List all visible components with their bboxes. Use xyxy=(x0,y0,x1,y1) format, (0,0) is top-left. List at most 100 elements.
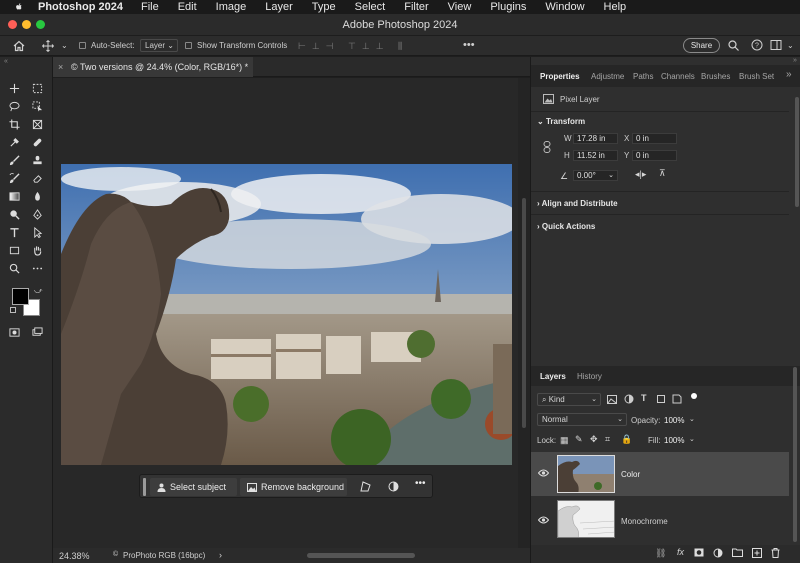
align-section-toggle[interactable]: › Align and Distribute xyxy=(537,199,618,208)
menu-window[interactable]: Window xyxy=(545,1,584,13)
tab-channels[interactable]: Channels xyxy=(661,72,695,81)
foreground-color-swatch[interactable] xyxy=(12,288,29,305)
new-layer-icon[interactable] xyxy=(752,548,762,561)
search-icon[interactable] xyxy=(728,40,739,53)
brush-tool-icon[interactable] xyxy=(7,153,21,167)
tab-paths[interactable]: Paths xyxy=(633,72,653,81)
rectangle-tool-icon[interactable] xyxy=(7,243,21,257)
delete-layer-icon[interactable] xyxy=(771,548,780,561)
eraser-tool-icon[interactable] xyxy=(30,171,44,185)
menu-layer[interactable]: Layer xyxy=(265,1,293,13)
tab-adjustments[interactable]: Adjustme xyxy=(591,72,624,81)
lock-brush-icon[interactable]: ✎ xyxy=(575,434,583,445)
layers-scrollbar[interactable] xyxy=(793,367,797,542)
history-brush-tool-icon[interactable] xyxy=(7,171,21,185)
layer-name[interactable]: Monochrome xyxy=(621,517,668,526)
type-tool-icon[interactable] xyxy=(7,225,21,239)
transform-section-toggle[interactable]: ⌄ Transform xyxy=(537,117,585,126)
collapse-panels-icon[interactable]: » xyxy=(793,57,797,64)
menu-plugins[interactable]: Plugins xyxy=(490,1,526,13)
add-mask-icon[interactable] xyxy=(694,548,704,560)
frame-tool-icon[interactable] xyxy=(30,117,44,131)
y-field[interactable]: 0 in xyxy=(632,150,677,161)
document-image[interactable] xyxy=(61,164,512,465)
move-tool-icon[interactable] xyxy=(7,81,21,95)
remove-background-button[interactable]: Remove background xyxy=(240,478,347,496)
blur-tool-icon[interactable] xyxy=(30,189,44,203)
crop-tool-icon[interactable] xyxy=(7,117,21,131)
new-adjustment-layer-icon[interactable] xyxy=(713,548,723,561)
tab-brush-settings[interactable]: Brush Set xyxy=(739,72,774,81)
filter-smart-object-icon[interactable] xyxy=(672,394,682,407)
transform-icon[interactable] xyxy=(360,481,371,494)
flip-horizontal-icon[interactable]: ◂|▸ xyxy=(635,169,646,180)
link-icon[interactable] xyxy=(543,141,551,156)
drag-handle[interactable] xyxy=(143,478,146,496)
help-icon[interactable]: ? xyxy=(751,39,763,53)
horizontal-scrollbar[interactable] xyxy=(307,553,415,558)
properties-scrollbar[interactable] xyxy=(795,97,799,207)
layer-row-monochrome[interactable]: Monochrome xyxy=(531,497,789,541)
hand-tool-icon[interactable] xyxy=(30,243,44,257)
document-tab[interactable]: × © Two versions @ 24.4% (Color, RGB/16*… xyxy=(53,57,253,77)
auto-select-dropdown[interactable]: Layer ⌄ xyxy=(140,39,178,52)
zoom-level[interactable]: 24.38% xyxy=(59,551,90,561)
lock-transparent-icon[interactable]: ▦ xyxy=(560,435,569,446)
path-selection-tool-icon[interactable] xyxy=(30,225,44,239)
pen-tool-icon[interactable] xyxy=(30,207,44,221)
close-tab-icon[interactable]: × xyxy=(58,57,63,77)
clone-stamp-tool-icon[interactable] xyxy=(30,153,44,167)
lasso-tool-icon[interactable] xyxy=(7,99,21,113)
align-icons-group[interactable]: ⊢⊥⊣ ⊤⊥⊥ ⫼ xyxy=(298,41,408,52)
collapse-icon[interactable]: « xyxy=(4,58,8,65)
menu-select[interactable]: Select xyxy=(355,1,386,13)
lock-position-icon[interactable]: ✥ xyxy=(590,434,598,445)
layer-style-icon[interactable]: fx xyxy=(677,547,684,557)
apple-icon[interactable] xyxy=(14,2,28,12)
more-tools-icon[interactable] xyxy=(30,261,44,275)
more-options-icon[interactable]: ••• xyxy=(463,39,475,51)
layer-row-color[interactable]: Color xyxy=(531,452,789,496)
marquee-tool-icon[interactable] xyxy=(30,81,44,95)
default-colors-icon[interactable] xyxy=(10,307,16,313)
menu-type[interactable]: Type xyxy=(312,1,336,13)
menu-file[interactable]: File xyxy=(141,1,159,13)
chevron-right-icon[interactable]: › xyxy=(219,550,222,560)
opacity-value[interactable]: 100% xyxy=(664,416,684,425)
screen-mode-icon[interactable] xyxy=(30,325,44,339)
filter-type-icon[interactable]: T xyxy=(641,393,647,403)
swap-colors-icon[interactable]: ⤻ xyxy=(34,286,43,296)
height-field[interactable]: 11.52 in xyxy=(573,150,618,161)
scrollbar-thumb[interactable] xyxy=(522,198,526,428)
filter-adjustment-icon[interactable] xyxy=(624,394,634,407)
menu-edit[interactable]: Edit xyxy=(178,1,197,13)
link-layers-icon[interactable]: ⛓ xyxy=(655,548,666,559)
gradient-tool-icon[interactable] xyxy=(7,189,21,203)
object-selection-tool-icon[interactable] xyxy=(30,99,44,113)
visibility-eye-icon[interactable] xyxy=(537,468,550,480)
zoom-tool-icon[interactable] xyxy=(7,261,21,275)
flip-vertical-icon[interactable]: ⊼ xyxy=(659,168,666,179)
auto-select-checkbox[interactable] xyxy=(79,42,86,49)
filter-toggle[interactable] xyxy=(691,393,697,399)
fill-chevron-icon[interactable]: ⌄ xyxy=(689,435,695,443)
workspace-icon[interactable] xyxy=(770,39,782,53)
select-subject-button[interactable]: Select subject xyxy=(150,478,237,496)
tab-layers[interactable]: Layers xyxy=(540,372,566,381)
menu-filter[interactable]: Filter xyxy=(404,1,428,13)
lock-artboard-icon[interactable]: ⌗ xyxy=(605,434,610,445)
layer-name[interactable]: Color xyxy=(621,470,640,479)
filter-shape-icon[interactable] xyxy=(656,394,666,407)
menu-image[interactable]: Image xyxy=(216,1,247,13)
tab-properties[interactable]: Properties xyxy=(540,72,580,81)
new-group-icon[interactable] xyxy=(732,548,743,560)
workspace-chevron-icon[interactable]: ⌄ xyxy=(787,41,794,50)
panel-overflow-icon[interactable]: » xyxy=(786,69,792,80)
app-menu[interactable]: Photoshop 2024 xyxy=(38,1,123,13)
home-icon[interactable] xyxy=(13,40,25,54)
quick-actions-section-toggle[interactable]: › Quick Actions xyxy=(537,222,595,231)
color-profile[interactable]: ProPhoto RGB (16bpc) xyxy=(123,551,205,560)
blend-mode-dropdown[interactable]: Normal ⌄ xyxy=(537,413,627,426)
show-transform-checkbox[interactable] xyxy=(185,42,192,49)
lock-all-icon[interactable]: 🔒 xyxy=(621,434,632,445)
